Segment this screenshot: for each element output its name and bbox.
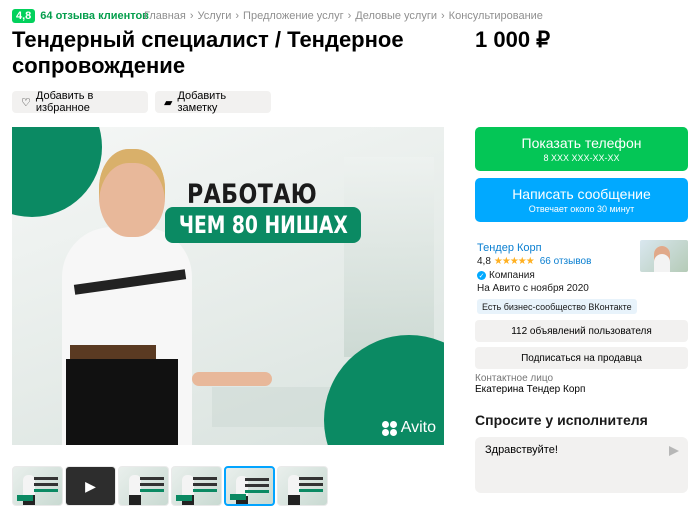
page-title: Тендерный специалист / Тендерное сопрово… xyxy=(12,27,404,78)
breadcrumb-item[interactable]: Консультирование xyxy=(449,10,543,22)
thumbnail[interactable] xyxy=(118,466,169,506)
show-phone-button[interactable]: Показать телефон 8 XXX XXX-XX-XX xyxy=(475,127,688,171)
seller-reviews-link[interactable]: 66 отзывов xyxy=(540,256,592,267)
seller-name-link[interactable]: Тендер Корп xyxy=(477,242,542,254)
breadcrumb-item[interactable]: Деловые услуги xyxy=(355,10,437,22)
avito-dots-icon xyxy=(381,420,398,436)
price: 1 000 ₽ xyxy=(475,27,551,52)
breadcrumb-item[interactable]: Предложение услуг xyxy=(243,10,344,22)
seller-ads-button[interactable]: 112 объявлений пользователя xyxy=(475,320,688,342)
send-icon[interactable] xyxy=(669,446,679,456)
add-to-favorites-button[interactable]: ♡ Добавить в избранное xyxy=(12,90,148,114)
thumbnail-video[interactable]: ▶ xyxy=(65,466,116,506)
client-reviews-link[interactable]: 64 отзыва клиентов xyxy=(40,10,149,22)
photo-headline-highlight: ЧЕМ 80 НИШАХ xyxy=(165,207,361,243)
rating-bar: 4,8 64 отзыва клиентов xyxy=(12,8,149,24)
seller-rating-value: 4,8 xyxy=(477,256,491,267)
ask-section-title: Спросите у исполнителя xyxy=(475,412,648,428)
person-figure xyxy=(99,149,165,237)
breadcrumb-item[interactable]: Главная xyxy=(144,10,186,22)
add-note-button[interactable]: ▰ Добавить заметку xyxy=(155,90,271,114)
message-text: Здравствуйте! xyxy=(485,444,558,456)
breadcrumb: Главная › Услуги › Предложение услуг › Д… xyxy=(144,10,543,22)
chevron-right-icon: › xyxy=(235,10,240,22)
thumbnail[interactable] xyxy=(171,466,222,506)
logo-text: Avito xyxy=(400,419,436,436)
seller-type: ✓ Компания xyxy=(477,270,535,281)
photo-headline-text: ЧЕМ 80 НИШАХ xyxy=(178,211,348,239)
favorites-label: Добавить в избранное xyxy=(35,90,94,114)
seller-avatar[interactable] xyxy=(640,240,688,272)
write-message-label: Написать сообщение xyxy=(512,186,651,202)
thumbnail[interactable] xyxy=(277,466,328,506)
seller-rating: 4,8 ★★★★★ 66 отзывов xyxy=(477,256,591,267)
main-photo[interactable]: РАБОТАЮ БОЛЕЕ ЧЕМ 80 НИШАХ Avito xyxy=(12,127,444,445)
chevron-right-icon: › xyxy=(347,10,352,22)
note-icon: ▰ xyxy=(164,96,173,109)
vk-community-badge[interactable]: Есть бизнес-сообщество ВКонтакте xyxy=(477,299,637,314)
decor-circle xyxy=(12,127,102,217)
note-label: Добавить заметку xyxy=(177,90,227,114)
chevron-right-icon: › xyxy=(441,10,445,22)
seller-type-label: Компания xyxy=(489,270,535,281)
breadcrumb-item[interactable]: Услуги xyxy=(198,10,232,22)
thumbnail-strip: ▶ xyxy=(12,466,328,506)
heart-icon: ♡ xyxy=(21,96,31,109)
person-figure xyxy=(66,359,178,445)
star-rating-icon: ★★★★★ xyxy=(493,256,535,267)
chevron-right-icon: › xyxy=(189,10,194,22)
contact-person-name: Екатерина Тендер Корп xyxy=(475,384,586,395)
message-input[interactable]: Здравствуйте! xyxy=(475,437,688,493)
seller-since: На Авито с ноября 2020 xyxy=(477,283,589,294)
avito-logo: Avito xyxy=(381,419,436,437)
response-time: Отвечает около 30 минут xyxy=(528,204,635,214)
play-icon: ▶ xyxy=(66,467,115,505)
thumbnail[interactable] xyxy=(12,466,63,506)
write-message-button[interactable]: Написать сообщение Отвечает около 30 мин… xyxy=(475,178,688,222)
rating-badge: 4,8 xyxy=(12,9,36,23)
thumbnail-active[interactable] xyxy=(224,466,275,506)
show-phone-label: Показать телефон xyxy=(521,135,642,151)
person-figure xyxy=(70,345,156,359)
verified-icon: ✓ xyxy=(477,271,486,280)
phone-masked: 8 XXX XXX-XX-XX xyxy=(543,153,620,163)
subscribe-seller-button[interactable]: Подписаться на продавца xyxy=(475,347,688,369)
person-figure xyxy=(192,372,272,386)
contact-person-label: Контактное лицо xyxy=(475,373,554,384)
